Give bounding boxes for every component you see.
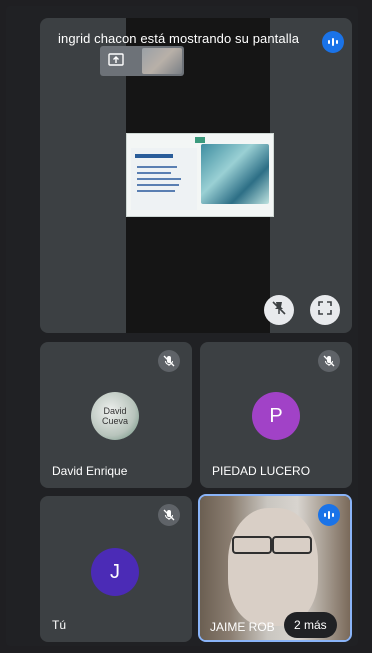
mic-off-icon [318, 350, 340, 372]
participant-name: JAIME ROB [210, 620, 275, 634]
participant-tile-david[interactable]: David Cueva David Enrique [40, 342, 192, 488]
participant-tile-piedad[interactable]: P PIEDAD LUCERO [200, 342, 352, 488]
audio-level-icon [322, 31, 344, 53]
participant-tile-jaime[interactable]: JAIME ROB 2 más [198, 494, 352, 642]
slide-logo [195, 137, 205, 143]
self-preview[interactable] [100, 46, 184, 76]
fullscreen-button[interactable] [310, 295, 340, 325]
participant-name: PIEDAD LUCERO [212, 464, 311, 478]
mic-off-icon [158, 350, 180, 372]
avatar: P [252, 392, 300, 440]
self-preview-thumbnail [142, 48, 182, 74]
pin-off-icon [271, 300, 287, 321]
avatar: J [91, 548, 139, 596]
slide-bullet-line [137, 184, 179, 186]
present-to-all-icon [108, 52, 124, 68]
fullscreen-icon [317, 300, 333, 321]
mic-off-icon [158, 504, 180, 526]
participant-tile-self[interactable]: J Tú [40, 496, 192, 642]
presentation-slide [126, 133, 274, 217]
pin-off-button[interactable] [264, 295, 294, 325]
presentation-title: ingrid chacon está mostrando su pantalla [58, 31, 300, 46]
slide-bullet-line [137, 166, 177, 168]
participant-name: David Enrique [52, 464, 128, 478]
more-participants-button[interactable]: 2 más [284, 612, 337, 638]
slide-bullet-line [137, 190, 175, 192]
participant-name: Tú [52, 618, 67, 632]
slide-bullet-line [137, 178, 181, 180]
slide-image [201, 144, 269, 204]
slide-bullet-line [137, 172, 171, 174]
meet-grid: ingrid chacon está mostrando su pantalla… [6, 6, 358, 646]
avatar: David Cueva [91, 392, 139, 440]
presentation-tile[interactable]: ingrid chacon está mostrando su pantalla [40, 18, 352, 333]
slide-heading-bar [135, 154, 173, 158]
audio-level-icon [318, 504, 340, 526]
